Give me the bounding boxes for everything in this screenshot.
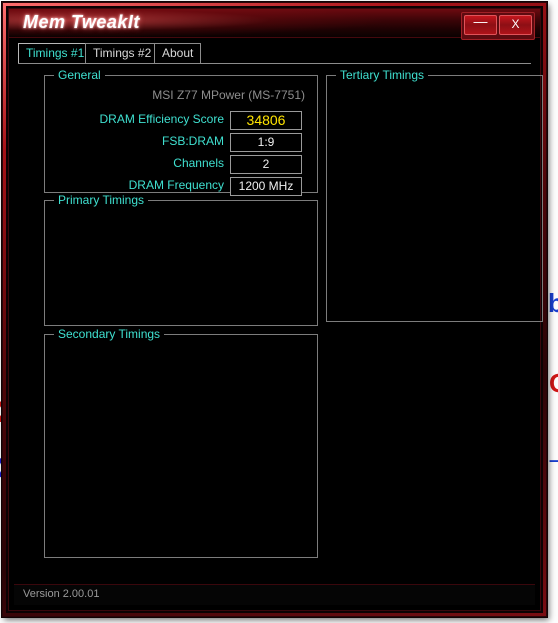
- group-tertiary-label: Tertiary Timings: [336, 68, 429, 82]
- info-row: DRAM Efficiency Score 34806: [45, 110, 317, 131]
- group-tertiary-timings: Tertiary Timings: [326, 68, 543, 322]
- value-dram-efficiency-score: 34806: [230, 111, 302, 130]
- mem-tweakit-window: Mem TweakIt — X Timings #1 Timings #2 Abou…: [2, 2, 547, 617]
- title-bar: Mem TweakIt — X: [9, 9, 540, 40]
- misc-timings-rows: [326, 328, 541, 553]
- tab-timings-2[interactable]: Timings #2: [85, 43, 155, 64]
- group-general-label: General: [54, 68, 105, 82]
- value-fsb-dram: 1:9: [230, 133, 302, 152]
- group-primary-label: Primary Timings: [54, 193, 149, 207]
- info-row: FSB:DRAM 1:9: [45, 132, 317, 153]
- info-row: Channels 2: [45, 154, 317, 175]
- minimize-button[interactable]: —: [464, 14, 497, 35]
- button-bar: [18, 554, 531, 582]
- tab-strip: Timings #1 Timings #2 About: [18, 43, 531, 64]
- motherboard-name: MSI Z77 MPower (MS-7751): [152, 88, 305, 102]
- desktop-artifact-o-right: O: [549, 368, 558, 399]
- label-dram-efficiency-score: DRAM Efficiency Score: [99, 112, 224, 126]
- app-title: Mem TweakIt: [23, 12, 140, 32]
- label-fsb-dram: FSB:DRAM: [161, 134, 224, 148]
- window-controls: — X: [461, 12, 535, 40]
- tab-timings-1[interactable]: Timings #1: [18, 43, 86, 64]
- group-secondary-label: Secondary Timings: [54, 327, 165, 341]
- tab-about[interactable]: About: [154, 43, 201, 64]
- label-channels: Channels: [173, 156, 224, 170]
- value-dram-frequency: 1200 MHz: [230, 177, 302, 196]
- group-primary-timings: Primary Timings: [44, 193, 318, 326]
- close-button[interactable]: X: [499, 15, 532, 35]
- timings-page: General MSI Z77 MPower (MS-7751) DRAM Ef…: [18, 64, 543, 578]
- desktop-background: X O b O – Mem TweakIt — X Timings #1Timi…: [0, 0, 558, 623]
- group-secondary-timings: Secondary Timings: [44, 327, 318, 558]
- desktop-artifact-dash: –: [549, 450, 558, 471]
- value-channels: 2: [230, 155, 302, 174]
- status-bar: Version 2.00.01: [14, 584, 535, 605]
- window-client-area: Mem TweakIt — X Timings #1 Timings #2 Abou…: [8, 8, 543, 611]
- desktop-artifact-b: b: [548, 288, 558, 318]
- group-general: General MSI Z77 MPower (MS-7751) DRAM Ef…: [44, 68, 318, 196]
- label-dram-frequency: DRAM Frequency: [128, 178, 224, 192]
